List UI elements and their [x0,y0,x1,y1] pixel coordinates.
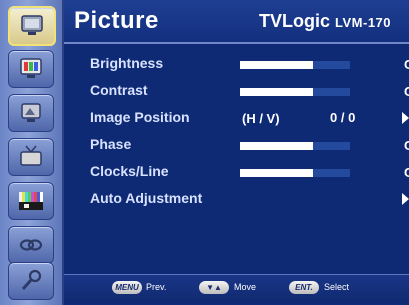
move-key-icon: ▼▲ [199,281,229,294]
clocks-line-value: C [404,165,409,180]
brand-label: TVLogic LVM-170 [259,11,391,32]
brightness-bar-fill [240,61,313,69]
sidebar-item-color-bars[interactable] [8,182,54,220]
contrast-label: Contrast [90,82,148,98]
image-position-label: Image Position [90,109,190,125]
enter-key-icon: ENT. [289,281,319,294]
contrast-value: C [404,84,409,99]
display-icon [20,145,42,166]
menu-item-image-position[interactable]: Image Position (H / V) 0 / 0 [90,109,409,129]
prev-hint: Prev. [146,282,167,292]
auto-adjustment-arrow-icon [402,193,409,205]
image-position-mode: (H / V) [242,111,280,126]
phase-value: C [404,138,409,153]
phase-label: Phase [90,136,132,152]
picture-icon [21,15,43,35]
clocks-line-bar[interactable] [240,169,350,177]
contrast-bar-fill [240,88,313,96]
sidebar [0,0,64,305]
osd-menu: Picture TVLogic LVM-170 Brightness C Con… [0,0,409,305]
menu-item-phase[interactable]: Phase C [90,136,409,156]
clocks-line-bar-fill [240,169,313,177]
sidebar-item-tools[interactable] [8,262,54,300]
brightness-bar[interactable] [240,61,350,69]
color-bars-icon [19,192,43,210]
clocks-line-label: Clocks/Line [90,163,169,179]
tools-icon [21,269,42,290]
page-title: Picture [74,7,159,34]
menu-key-icon: MENU [112,281,142,294]
image-settings-icon [21,103,41,122]
menu-item-brightness[interactable]: Brightness C [90,55,409,75]
contrast-bar[interactable] [240,88,350,96]
menu-item-auto-adjustment[interactable]: Auto Adjustment [90,190,409,210]
menu-item-clocks-line[interactable]: Clocks/Line C [90,163,409,183]
phase-bar[interactable] [240,142,350,150]
footer-hints: MENU Prev. ▼▲ Move ENT. Select [64,274,409,300]
phase-bar-fill [240,142,313,150]
sidebar-item-picture[interactable] [8,6,56,46]
brightness-label: Brightness [90,55,164,71]
menu-item-contrast[interactable]: Contrast C [90,82,409,102]
sidebar-item-image-settings[interactable] [8,94,54,132]
image-position-value: 0 / 0 [330,110,356,125]
auto-adjustment-label: Auto Adjustment [90,190,203,206]
link-icon [19,239,43,251]
image-position-arrow-icon [402,112,409,124]
sidebar-item-link[interactable] [8,226,54,264]
brand-name: TVLogic [259,11,330,31]
sidebar-item-display[interactable] [8,138,54,176]
move-hint: Move [234,282,257,292]
sidebar-item-color[interactable] [8,50,54,88]
brightness-value: C [404,57,409,72]
header: Picture TVLogic LVM-170 [64,0,409,44]
select-hint: Select [324,282,350,292]
color-icon [20,58,42,78]
model-name: LVM-170 [335,15,392,30]
